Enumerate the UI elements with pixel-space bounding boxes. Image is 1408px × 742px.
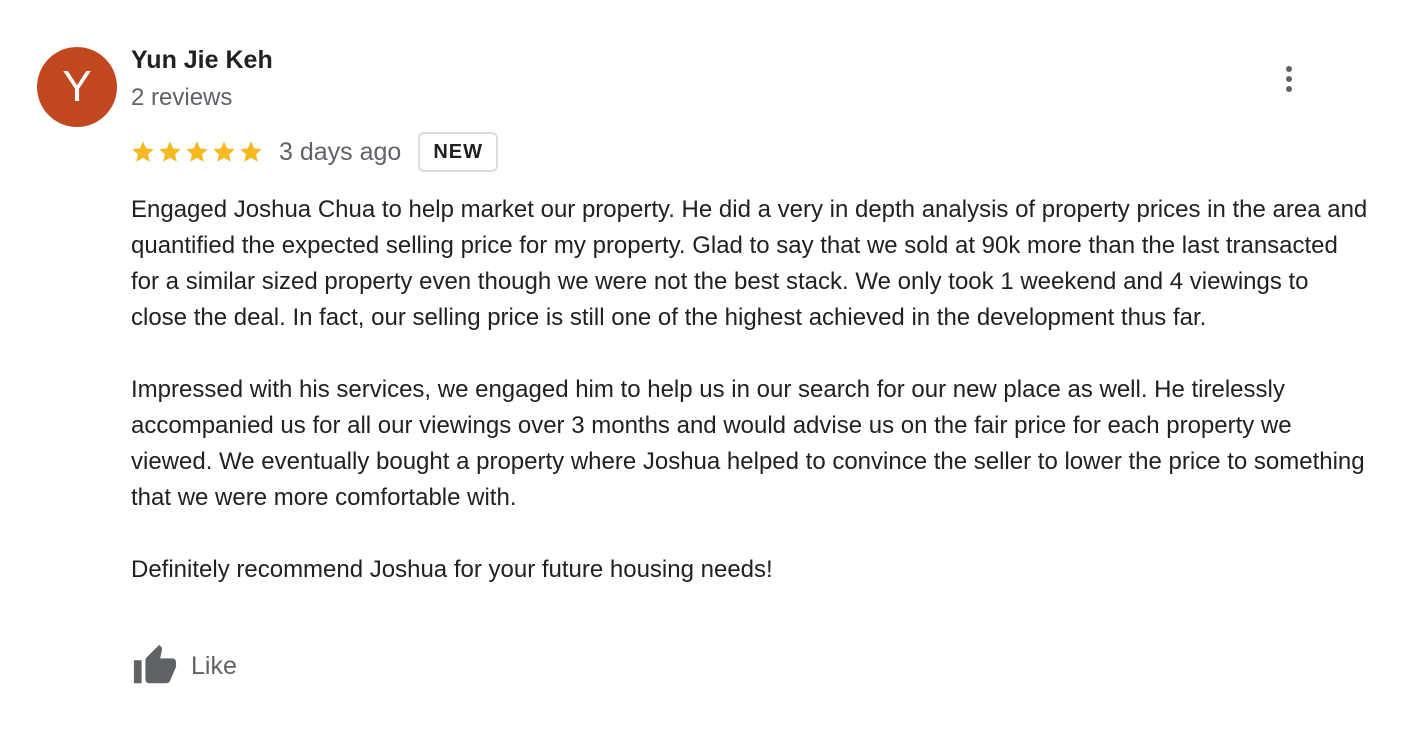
thumbs-up-icon [133,644,177,684]
review-date: 3 days ago [279,137,402,166]
star-icon [213,141,235,162]
star-icon [186,141,208,162]
review-text: Engaged Joshua Chua to help market our p… [131,192,1371,588]
like-button[interactable]: Like [131,642,237,690]
like-label: Like [191,651,237,680]
author-review-count[interactable]: 2 reviews [131,84,232,112]
review-paragraph: Engaged Joshua Chua to help market our p… [131,196,1368,331]
rating-row: 3 days ago NEW [131,130,498,174]
new-badge: NEW [418,132,498,172]
author-name[interactable]: Yun Jie Keh [131,46,273,75]
more-vert-icon-dot [1286,66,1292,72]
star-rating [131,140,263,164]
review-paragraph: Definitely recommend Joshua for your fut… [131,556,773,583]
star-icon [132,141,154,162]
more-options-button[interactable] [1272,60,1306,98]
star-icon [159,141,181,162]
avatar[interactable]: Y [37,47,117,127]
star-icon [240,141,262,162]
review-paragraph: Impressed with his services, we engaged … [131,376,1365,511]
more-vert-icon-dot [1286,86,1292,92]
more-vert-icon-dot [1286,76,1292,82]
review-card: Y Yun Jie Keh 2 reviews 3 days ago NEW E… [0,0,1408,742]
